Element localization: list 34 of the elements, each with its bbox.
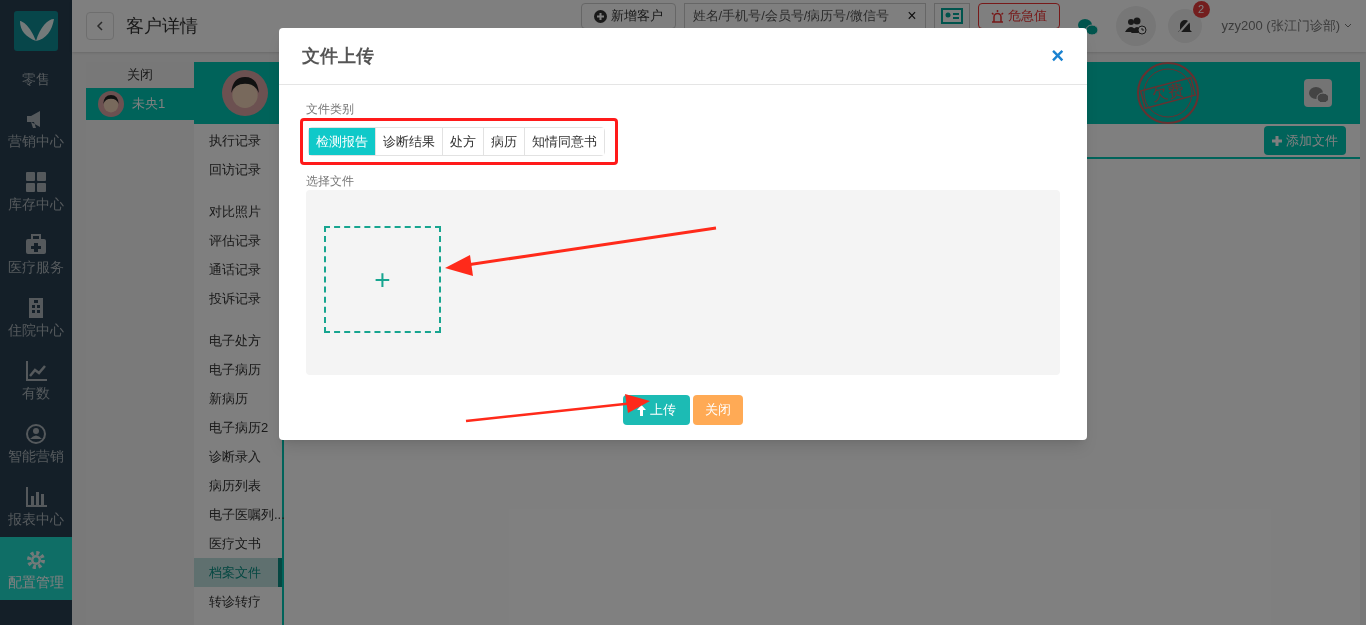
field-label: 选择文件 bbox=[306, 175, 355, 187]
submenu-item[interactable]: 电子医嘱列... bbox=[194, 500, 282, 529]
sidebar-item[interactable]: 营销中心 bbox=[0, 96, 72, 159]
page-title: 客户详情 bbox=[126, 14, 198, 38]
notification-badge: 2 bbox=[1192, 1, 1210, 18]
close-button[interactable]: × bbox=[1051, 45, 1064, 67]
clear-button[interactable]: × bbox=[907, 4, 917, 28]
submenu-item[interactable]: 转诊转疗 bbox=[194, 587, 282, 616]
submenu-item[interactable]: 电子病历2 bbox=[194, 413, 282, 442]
category-tab[interactable]: 知情同意书 bbox=[524, 128, 604, 155]
submenu-item[interactable]: 执行记录 bbox=[194, 126, 282, 155]
submenu-item[interactable]: 评估记录 bbox=[194, 226, 282, 255]
submenu-item[interactable]: 病历列表 bbox=[194, 471, 282, 500]
submenu-item[interactable]: 回访记录 bbox=[194, 155, 282, 184]
submenu-item[interactable]: 投诉记录 bbox=[194, 284, 282, 313]
submenu-item[interactable]: 对比照片 bbox=[194, 197, 282, 226]
sidebar-item[interactable]: 报表中心 bbox=[0, 474, 72, 537]
submenu-item[interactable]: 电子病历 bbox=[194, 355, 282, 384]
sidebar-item[interactable]: 住院中心 bbox=[0, 285, 72, 348]
add-file-tile[interactable]: + bbox=[324, 226, 441, 333]
stamp-text: 欠费 bbox=[1149, 79, 1187, 107]
field-label: 文件类别 bbox=[306, 103, 355, 115]
sidebar-item[interactable]: 医疗服务 bbox=[0, 222, 72, 285]
dialog-title: 文件上传 bbox=[302, 44, 374, 68]
sidebar-item[interactable]: 库存中心 bbox=[0, 159, 72, 222]
submenu-item[interactable]: 医疗文书 bbox=[194, 529, 282, 558]
sidebar-item[interactable]: 有数 bbox=[0, 348, 72, 411]
submenu-item[interactable]: 通话记录 bbox=[194, 255, 282, 284]
submenu-item[interactable]: 新病历 bbox=[194, 384, 282, 413]
sidebar-item[interactable]: 智能营销 bbox=[0, 411, 72, 474]
search-field[interactable]: 姓名/手机号/会员号/病历号/微信号 × bbox=[683, 3, 926, 29]
submenu-item[interactable]: 诊断录入 bbox=[194, 442, 282, 471]
submenu-item[interactable]: 电子处方 bbox=[194, 326, 282, 355]
sidebar-item[interactable]: 零售 bbox=[0, 62, 72, 96]
